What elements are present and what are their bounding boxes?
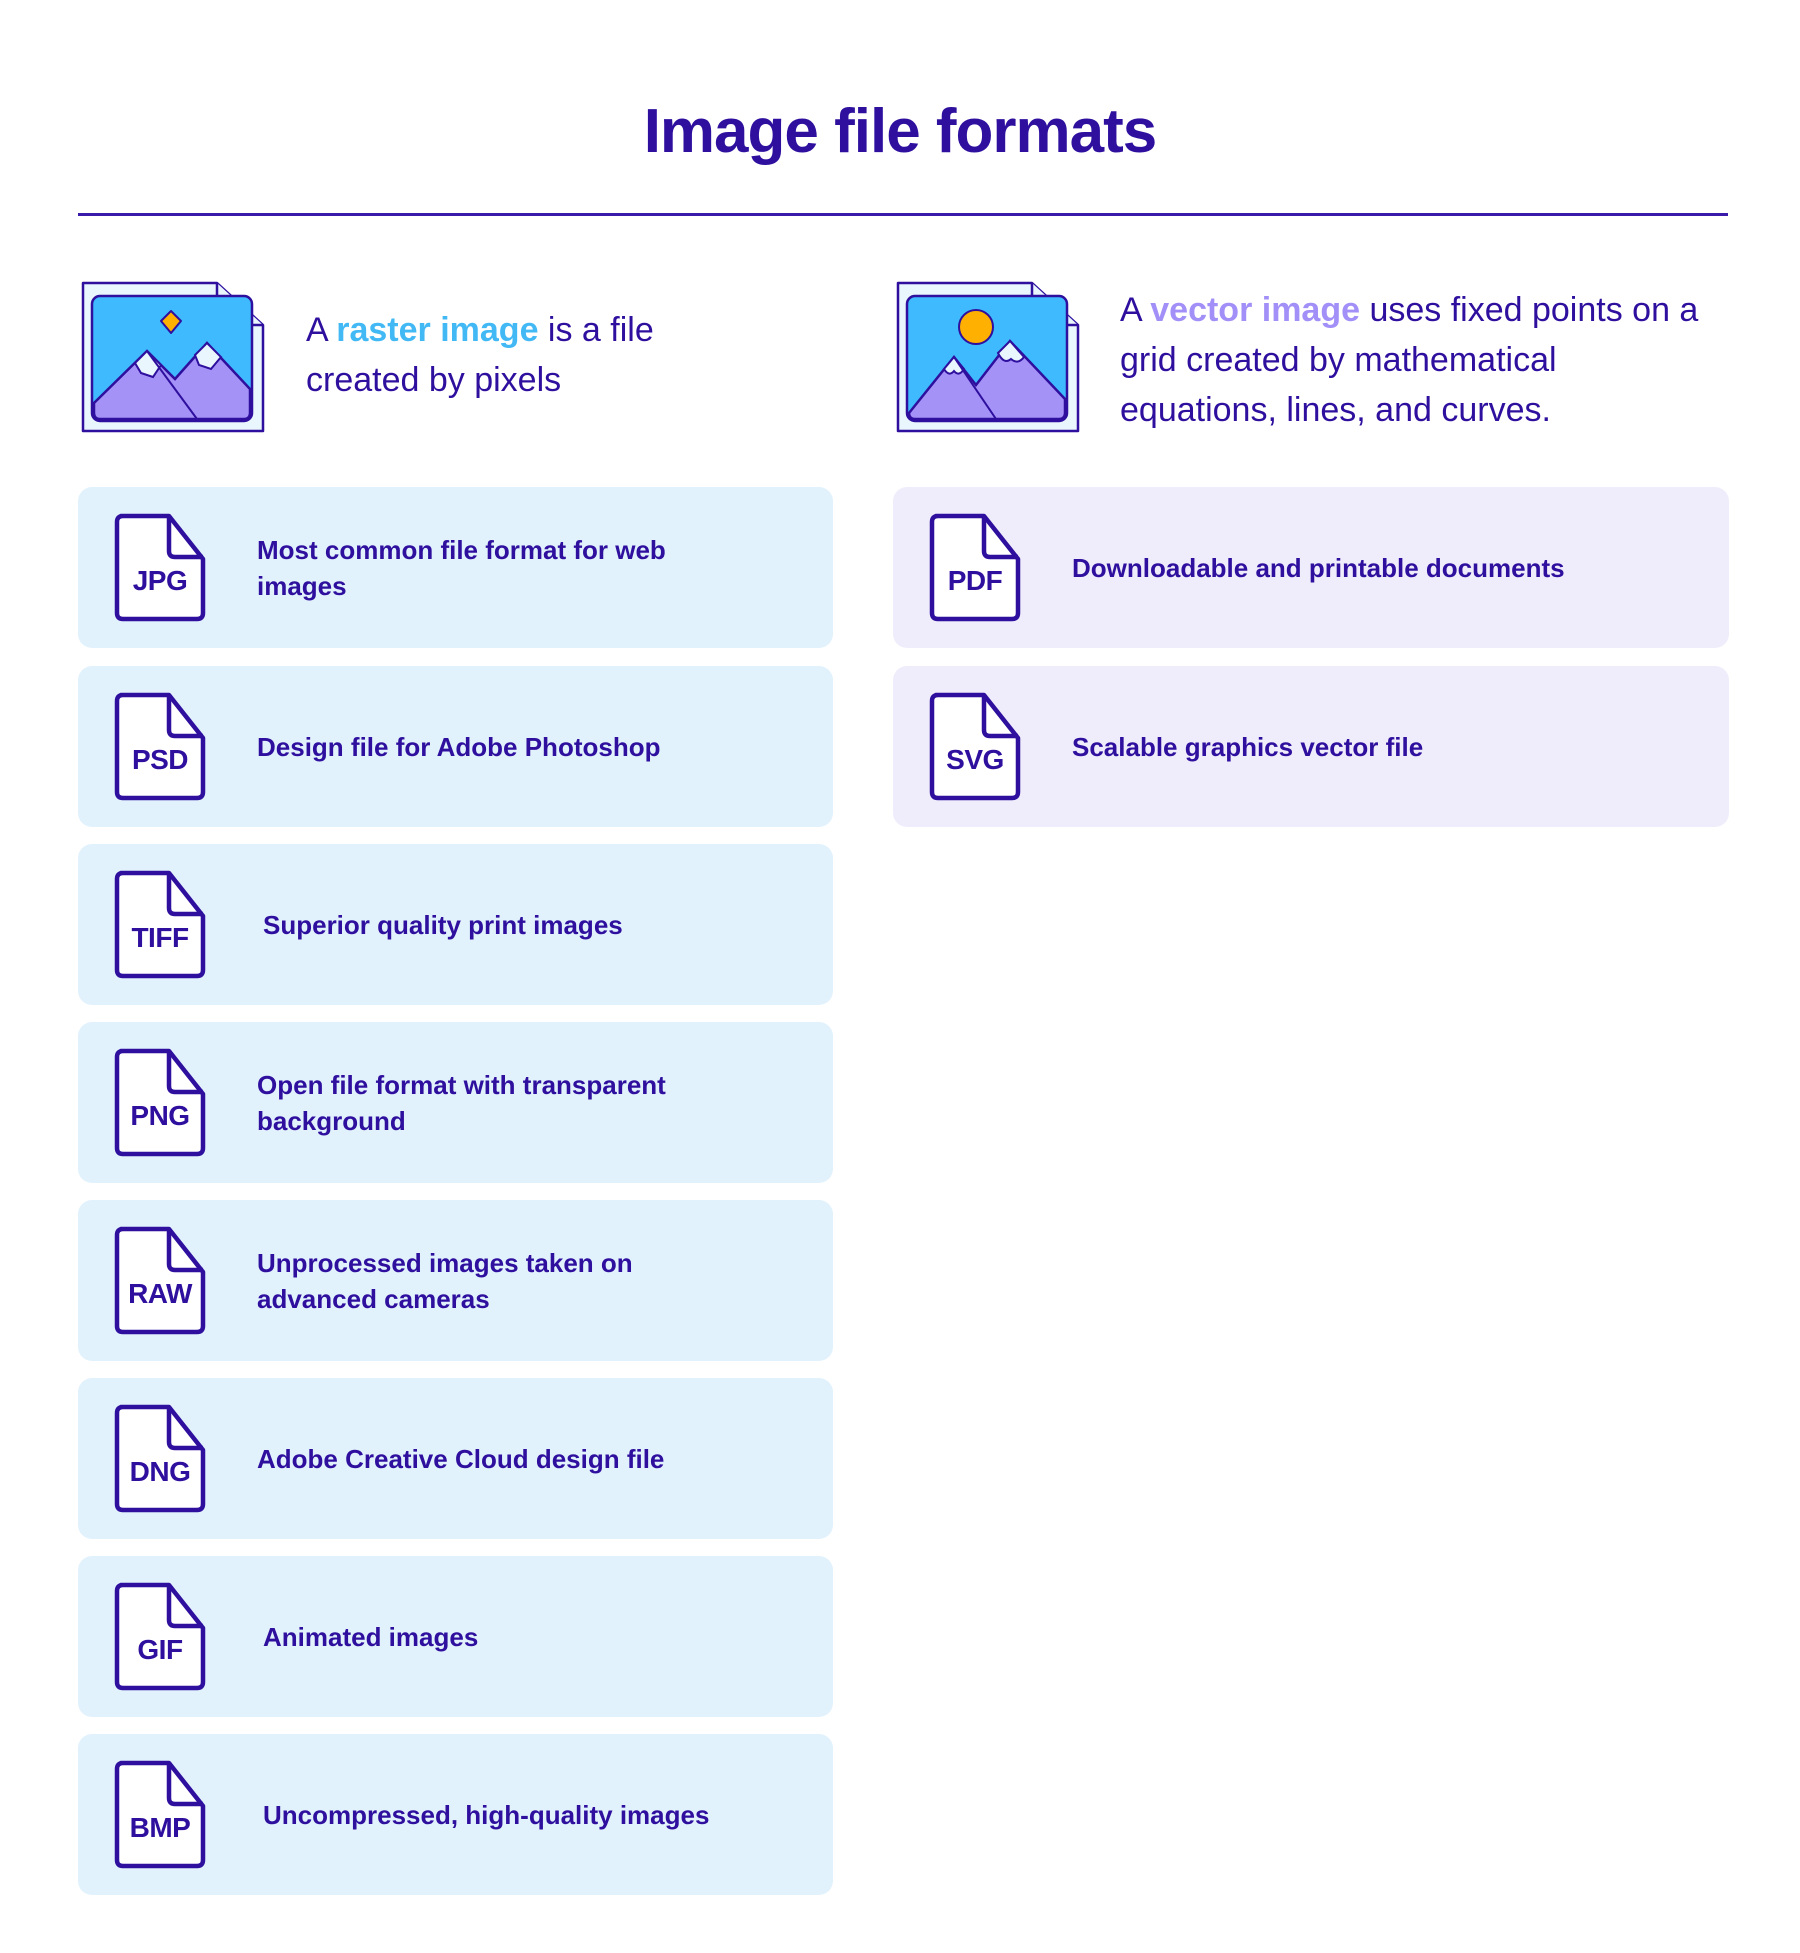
format-card-pdf: PDF Downloadable and printable documents (893, 487, 1729, 648)
file-icon: PDF (928, 513, 1022, 623)
format-description: Unprocessed images taken on advanced cam… (257, 1247, 633, 1314)
file-extension: BMP (129, 1811, 191, 1843)
format-card-psd: PSD Design file for Adobe Photoshop (78, 666, 833, 827)
file-icon: PSD (113, 692, 207, 802)
format-card-png: PNG Open file format with transparent ba… (78, 1022, 833, 1183)
file-extension: JPG (132, 564, 188, 596)
file-extension: SVG (946, 743, 1004, 775)
file-extension: GIF (137, 1633, 183, 1665)
file-extension: DNG (129, 1455, 191, 1487)
page-title: Image file formats (643, 97, 1158, 166)
file-icon: TIFF (113, 870, 207, 980)
vector-intro: A vector image uses fixed points on a gr… (1120, 285, 1720, 435)
format-card-jpg: JPG Most common file format for web imag… (78, 487, 833, 648)
file-extension: TIFF (131, 921, 189, 953)
file-icon: RAW (113, 1226, 207, 1336)
format-description: Superior quality print images (263, 909, 623, 940)
file-icon: BMP (113, 1760, 207, 1870)
format-card-raw: RAW Unprocessed images taken on advanced… (78, 1200, 833, 1361)
format-description: Design file for Adobe Photoshop (257, 731, 661, 762)
file-extension: PDF (947, 564, 1003, 596)
format-description: Scalable graphics vector file (1072, 731, 1424, 762)
format-description: Most common file format for web images (257, 534, 666, 601)
file-icon: GIF (113, 1582, 207, 1692)
file-extension: PNG (130, 1099, 190, 1131)
vector-highlight: vector image (1150, 291, 1361, 329)
format-card-svg: SVG Scalable graphics vector file (893, 666, 1729, 827)
file-icon: SVG (928, 692, 1022, 802)
title-divider (78, 213, 1728, 216)
raster-intro: A raster image is a file created by pixe… (306, 305, 736, 405)
vector-image-icon (892, 281, 1080, 436)
format-card-tiff: TIFF Superior quality print images (78, 844, 833, 1005)
format-card-bmp: BMP Uncompressed, high-quality images (78, 1734, 833, 1895)
format-description: Open file format with transparent backgr… (257, 1069, 666, 1136)
file-extension: RAW (128, 1277, 192, 1309)
file-extension: PSD (131, 743, 189, 775)
file-icon: PNG (113, 1048, 207, 1158)
format-description: Downloadable and printable documents (1072, 552, 1565, 583)
raster-image-icon (77, 281, 265, 436)
format-description: Animated images (263, 1621, 479, 1652)
raster-intro-prefix: A (306, 311, 337, 349)
raster-highlight: raster image (336, 311, 539, 349)
format-description: Adobe Creative Cloud design file (257, 1443, 665, 1474)
file-icon: JPG (113, 513, 207, 623)
vector-intro-prefix: A (1120, 291, 1151, 329)
file-icon: DNG (113, 1404, 207, 1514)
format-card-dng: DNG Adobe Creative Cloud design file (78, 1378, 833, 1539)
format-description: Uncompressed, high-quality images (263, 1799, 710, 1830)
format-card-gif: GIF Animated images (78, 1556, 833, 1717)
